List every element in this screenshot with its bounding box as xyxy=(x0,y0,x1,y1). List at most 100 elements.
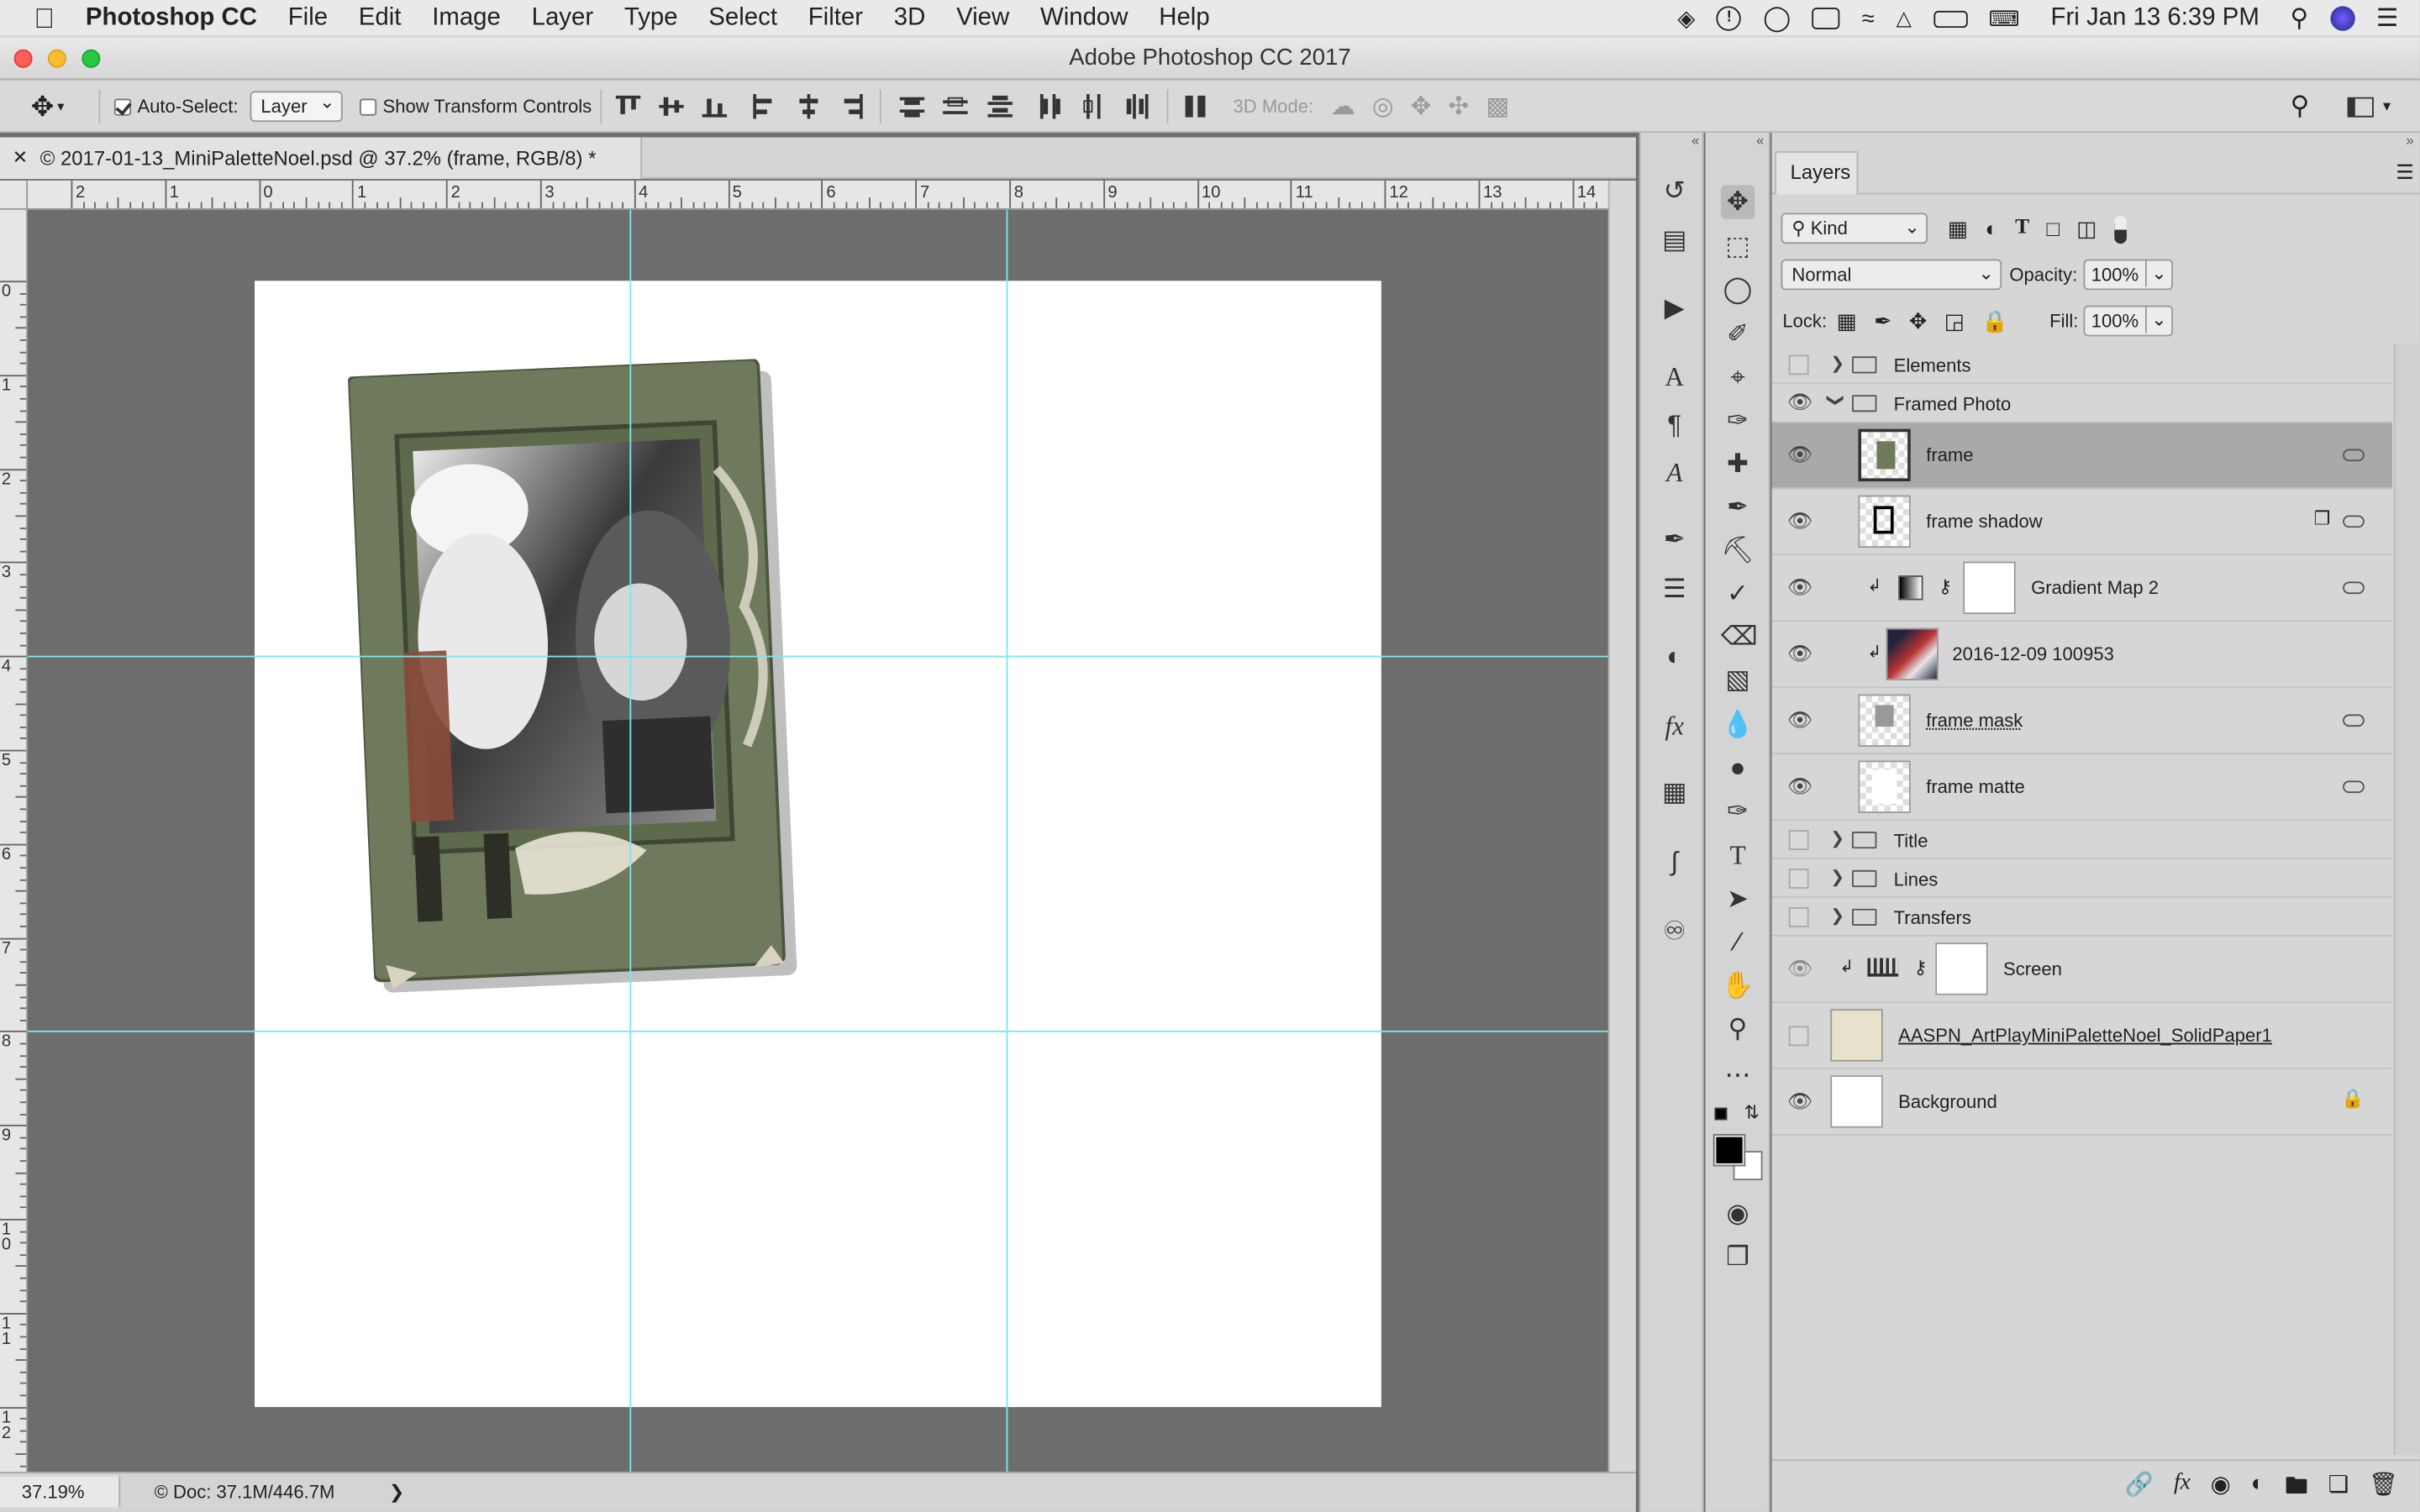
glyphs-panel-icon[interactable]: A xyxy=(1659,458,1690,489)
actions-panel-icon[interactable]: ▶ xyxy=(1659,293,1690,324)
expand-group-icon[interactable]: ❯ xyxy=(1830,867,1844,887)
dropbox-icon[interactable]: ◈ xyxy=(1677,5,1695,32)
wifi-icon[interactable]: ≈ xyxy=(1862,5,1875,31)
align-right-icon[interactable] xyxy=(839,94,864,119)
menu-3d[interactable]: 3D xyxy=(878,0,940,36)
eye-icon[interactable]: 👁 xyxy=(1787,391,1812,415)
pen-tool-icon[interactable]: ✑ xyxy=(1721,795,1754,828)
visibility-toggle[interactable] xyxy=(1788,830,1809,851)
layer-frame-mask[interactable]: 👁 frame mask xyxy=(1771,688,2392,755)
screen-mode-icon[interactable]: ❐ xyxy=(1721,1241,1754,1274)
gradient-tool-icon[interactable]: ▧ xyxy=(1721,664,1754,697)
expand-group-icon[interactable]: ❯ xyxy=(1830,354,1844,373)
notification-center-icon[interactable]: ☰ xyxy=(2376,3,2398,34)
layer-frame-shadow[interactable]: 👁 frame shadow ❐ xyxy=(1771,489,2392,556)
menu-filter[interactable]: Filter xyxy=(792,0,878,36)
link-layers-icon[interactable]: 🔗 xyxy=(2125,1470,2154,1509)
foreground-color-swatch[interactable] xyxy=(1712,1133,1746,1167)
siri-icon[interactable] xyxy=(2329,6,2355,31)
swap-colors-icon[interactable]: ⇅ xyxy=(1744,1101,1759,1123)
ruler-origin[interactable] xyxy=(0,180,29,210)
properties-panel-icon[interactable]: ▤ xyxy=(1659,225,1690,256)
horizontal-ruler[interactable]: 2 1 0 1 2 3 4 5 6 7 8 9 10 11 12 13 14 xyxy=(28,180,1608,210)
new-group-icon[interactable]: 🖿 xyxy=(2285,1470,2308,1509)
align-horizontal-center-icon[interactable] xyxy=(797,94,821,119)
menu-view[interactable]: View xyxy=(941,0,1025,36)
layer-screen[interactable]: 👁 ↲ ⚷ Screen xyxy=(1771,937,2392,1003)
layer-photo-2016-12-09[interactable]: 👁 ↲ 2016-12-09 100953 xyxy=(1771,622,2392,689)
opacity-field[interactable]: 100% ⌄ xyxy=(2083,259,2174,291)
paragraph-panel-icon[interactable]: ¶ xyxy=(1659,411,1690,442)
layer-group-title[interactable]: ❯ Title xyxy=(1771,821,2392,860)
filter-kind-dropdown[interactable]: ⚲ Kind ⌄ xyxy=(1781,213,1928,244)
status-menu-arrow-icon[interactable]: ❯ xyxy=(389,1473,404,1510)
spotlight-search-icon[interactable]: ⚲ xyxy=(2291,3,2309,34)
search-icon[interactable]: ⚲ xyxy=(2291,81,2310,133)
menu-layer[interactable]: Layer xyxy=(516,0,608,36)
lasso-tool-icon[interactable]: ◯ xyxy=(1721,273,1754,307)
collapse-group-icon[interactable]: ❯ xyxy=(1826,393,1846,407)
hand-tool-icon[interactable]: ✋ xyxy=(1721,969,1754,1002)
filter-toggle-icon[interactable] xyxy=(2113,216,2127,244)
minimize-window-button[interactable] xyxy=(47,49,66,68)
auto-select-dropdown[interactable]: Layer xyxy=(250,88,343,123)
new-layer-icon[interactable]: ❏ xyxy=(2328,1470,2349,1509)
eye-icon[interactable]: 👁 xyxy=(1787,642,1812,666)
input-source-icon[interactable]: ⌨ xyxy=(1989,5,2020,31)
libraries-panel-icon[interactable]: ♾ xyxy=(1659,916,1690,948)
eye-icon[interactable]: 👁 xyxy=(1787,575,1812,600)
vertical-ruler[interactable]: 0 1 2 3 4 5 6 7 8 9 10 11 12 xyxy=(0,209,29,1473)
paths-panel-icon[interactable]: ∫ xyxy=(1659,847,1690,878)
layer-frame-matte[interactable]: 👁 frame matte xyxy=(1771,754,2392,822)
line-tool-icon[interactable]: ∕ xyxy=(1721,926,1754,959)
visibility-toggle[interactable] xyxy=(1788,869,1809,889)
new-adjustment-layer-icon[interactable]: ◐ xyxy=(2251,1470,2265,1509)
history-panel-icon[interactable]: ↺ xyxy=(1659,176,1690,207)
lock-transparent-pixels-icon[interactable]: ▦ xyxy=(1837,308,1857,334)
info-icon[interactable]: ! xyxy=(1717,6,1742,31)
brush-tool-icon[interactable]: ✒ xyxy=(1721,491,1754,524)
visibility-toggle[interactable] xyxy=(1788,1026,1809,1047)
edit-toolbar-icon[interactable]: ⋯ xyxy=(1721,1058,1754,1092)
styles-panel-icon[interactable]: fx xyxy=(1659,711,1690,743)
workspace-switcher[interactable]: ▾ xyxy=(2347,81,2391,133)
filter-smart-object-icon[interactable]: ◫ xyxy=(2076,216,2096,244)
brushes-panel-icon[interactable]: ✒ xyxy=(1659,524,1690,555)
eye-icon[interactable]: 👁 xyxy=(1787,443,1812,467)
quick-mask-icon[interactable]: ◉ xyxy=(1721,1197,1754,1231)
zoom-tool-icon[interactable]: ⚲ xyxy=(1721,1012,1754,1046)
show-transform-controls-checkbox[interactable] xyxy=(359,97,377,115)
layer-gradient-map-2[interactable]: 👁 ↲ ⚷ Gradient Map 2 xyxy=(1771,555,2392,622)
layer-group-elements[interactable]: ❯ Elements xyxy=(1771,345,2392,385)
add-mask-icon[interactable]: ◉ xyxy=(2211,1470,2231,1509)
creative-cloud-icon[interactable]: ◯ xyxy=(1763,3,1791,34)
lock-position-icon[interactable]: ✥ xyxy=(1909,308,1928,334)
panel-menu-icon[interactable]: ☰ xyxy=(2396,160,2413,185)
layers-scrollbar[interactable] xyxy=(2393,344,2420,1456)
airplay-icon[interactable]: △ xyxy=(1896,6,1911,30)
canvas-area[interactable] xyxy=(28,209,1608,1473)
align-vertical-center-icon[interactable] xyxy=(659,94,684,118)
guide-horizontal[interactable] xyxy=(28,1030,1608,1032)
distribute-vertical-center-icon[interactable] xyxy=(943,94,968,118)
menu-help[interactable]: Help xyxy=(1144,0,1225,36)
distribute-left-icon[interactable] xyxy=(1037,94,1061,119)
3d-roll-icon[interactable]: ◎ xyxy=(1372,91,1394,122)
3d-scale-icon[interactable]: ▩ xyxy=(1486,91,1509,122)
marquee-tool-icon[interactable]: ⬚ xyxy=(1721,230,1754,264)
fill-field[interactable]: 100% ⌄ xyxy=(2083,305,2174,337)
close-window-button[interactable] xyxy=(13,49,33,68)
display-icon[interactable] xyxy=(1812,8,1840,29)
add-layer-style-icon[interactable]: fx xyxy=(2174,1470,2191,1509)
layer-group-framed-photo[interactable]: 👁 ❯ Framed Photo xyxy=(1771,384,2392,423)
collapse-panels-icon[interactable]: » xyxy=(2406,133,2413,148)
menu-type[interactable]: Type xyxy=(608,0,692,36)
history-brush-tool-icon[interactable]: ✓ xyxy=(1721,577,1754,611)
visibility-toggle[interactable] xyxy=(1788,354,1809,375)
eye-icon[interactable]: 👁 xyxy=(1787,957,1812,981)
guide-vertical[interactable] xyxy=(1006,209,1008,1473)
document-tab[interactable]: ✕ © 2017-01-13_MiniPaletteNoel.psd @ 37.… xyxy=(0,137,643,180)
distribute-top-icon[interactable] xyxy=(899,94,925,118)
expand-group-icon[interactable]: ❯ xyxy=(1830,828,1844,848)
guide-horizontal[interactable] xyxy=(28,655,1608,658)
